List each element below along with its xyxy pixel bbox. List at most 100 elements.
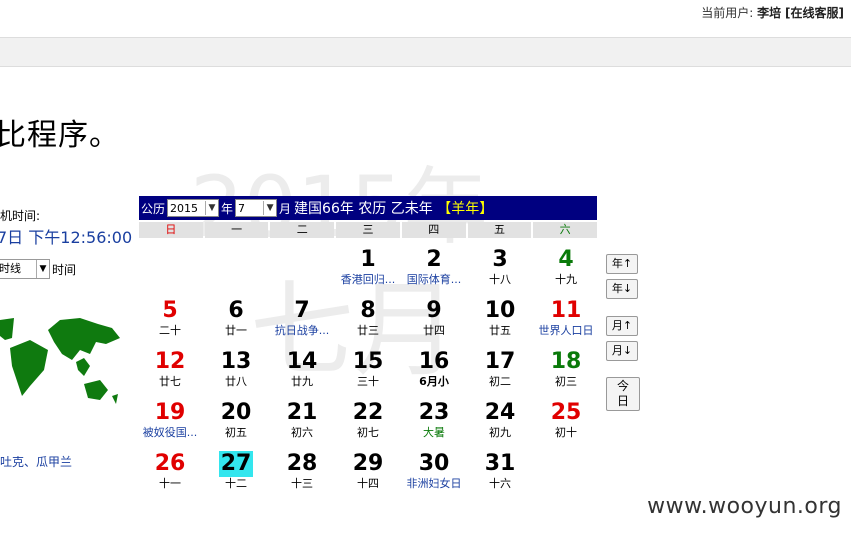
day-number: 15: [352, 349, 384, 374]
day-number: 23: [418, 400, 450, 425]
calendar-day-cell[interactable]: 22 初七: [335, 400, 401, 448]
calendar-day-cell[interactable]: 16 6月小: [401, 349, 467, 397]
calendar-day-cell[interactable]: 10 廿五: [467, 298, 533, 346]
chevron-down-icon: ▼: [205, 201, 218, 215]
calendar-day-cell[interactable]: 23 大暑: [401, 400, 467, 448]
year-value: 2015: [170, 201, 199, 215]
clock-label: 机时间:: [0, 209, 41, 223]
day-number: 1: [360, 247, 376, 272]
calendar-day-cell[interactable]: 2 国际体育...: [401, 247, 467, 295]
day-number: 3: [492, 247, 508, 272]
calendar-day-cell[interactable]: 25 初十: [533, 400, 599, 448]
day-lunar-label: 非洲妇女日: [406, 477, 462, 490]
calendar-day-cell[interactable]: 5 二十: [137, 298, 203, 346]
page-heading: 比程序。: [0, 118, 120, 153]
day-number: 14: [286, 349, 318, 374]
calendar-day-cell[interactable]: 12 廿七: [137, 349, 203, 397]
day-number: 29: [352, 451, 384, 476]
day-number: 22: [352, 400, 384, 425]
lunar-info: 建国66年 农历 乙未年 【羊年】: [294, 198, 493, 218]
calendar-day-cell[interactable]: 30 非洲妇女日: [401, 451, 467, 499]
day-number: 31: [484, 451, 516, 476]
calendar-day-cell[interactable]: 20 初五: [203, 400, 269, 448]
day-number: 19: [154, 400, 186, 425]
day-lunar-label: 初五: [225, 426, 247, 439]
service-link[interactable]: [在线客服]: [785, 6, 844, 20]
day-lunar-label: 廿一: [225, 324, 247, 337]
calendar-day-cell[interactable]: 15 三十: [335, 349, 401, 397]
day-number: 24: [484, 400, 516, 425]
calendar-day-cell[interactable]: 14 廿九: [269, 349, 335, 397]
user-info: 当前用户: 李培 [在线客服]: [701, 4, 844, 21]
calendar-day-cell[interactable]: 18 初三: [533, 349, 599, 397]
world-map-icon: [0, 318, 120, 404]
today-button[interactable]: 今日: [606, 377, 640, 411]
calendar-day-cell[interactable]: 8 廿三: [335, 298, 401, 346]
day-number: 20: [220, 400, 252, 425]
day-lunar-label: 大暑: [423, 426, 445, 439]
day-number: 11: [550, 298, 582, 323]
year-select[interactable]: 2015 ▼: [167, 199, 220, 217]
day-lunar-label: 6月小: [419, 375, 449, 388]
weekday-label: 日: [139, 222, 203, 238]
year-unit: 年: [221, 201, 234, 216]
user-name: 李培: [757, 6, 782, 20]
calendar-day-cell[interactable]: 11 世界人口日: [533, 298, 599, 346]
calendar-day-cell[interactable]: 7 抗日战争...: [269, 298, 335, 346]
day-lunar-label: 十四: [357, 477, 379, 490]
month-down-button[interactable]: 月↓: [606, 341, 638, 361]
day-lunar-label: 廿七: [159, 375, 181, 388]
day-lunar-label: 廿三: [357, 324, 379, 337]
day-lunar-label: 三十: [357, 375, 379, 388]
day-lunar-label: 十三: [291, 477, 313, 490]
site-watermark: www.wooyun.org: [647, 494, 842, 519]
calendar-day-cell[interactable]: 13 廿八: [203, 349, 269, 397]
day-lunar-label: 世界人口日: [538, 324, 594, 337]
day-number: 18: [550, 349, 582, 374]
calendar-day-cell[interactable]: 27 十二: [203, 451, 269, 499]
calendar-day-cell[interactable]: 9 廿四: [401, 298, 467, 346]
calendar-day-cell[interactable]: 1 香港回归...: [335, 247, 401, 295]
month-value: 7: [238, 201, 246, 215]
weekday-label: 五: [467, 222, 532, 238]
day-lunar-label: 廿四: [423, 324, 445, 337]
day-number: 17: [484, 349, 516, 374]
calendar-day-cell[interactable]: 17 初二: [467, 349, 533, 397]
timezone-value: 时线: [0, 262, 21, 275]
weekday-header: 日 一 二 三 四 五 六: [139, 222, 598, 238]
calendar-day-cell[interactable]: 28 十三: [269, 451, 335, 499]
calendar-day-cell[interactable]: 26 十一: [137, 451, 203, 499]
day-lunar-label: 廿五: [489, 324, 511, 337]
user-label: 当前用户:: [701, 6, 754, 20]
weekday-label: 二: [270, 222, 335, 238]
year-down-button[interactable]: 年↓: [606, 279, 638, 299]
day-number: 25: [550, 400, 582, 425]
month-select[interactable]: 7 ▼: [235, 199, 278, 217]
calendar-day-cell[interactable]: 4 十九: [533, 247, 599, 295]
day-number: 7: [294, 298, 310, 323]
timezone-select[interactable]: 时线 ▼: [0, 259, 50, 279]
day-number: 13: [220, 349, 252, 374]
day-number: 8: [360, 298, 376, 323]
toolbar-band: [0, 37, 851, 67]
calendar-day-cell[interactable]: 6 廿一: [203, 298, 269, 346]
day-number: 21: [286, 400, 318, 425]
year-up-button[interactable]: 年↑: [606, 254, 638, 274]
day-lunar-label: 抗日战争...: [274, 324, 330, 337]
day-lunar-label: 初二: [489, 375, 511, 388]
country-list: 吐克、瓜甲兰: [0, 455, 73, 469]
calendar-day-cell[interactable]: 19 被奴役国...: [137, 400, 203, 448]
month-unit: 月: [279, 201, 292, 216]
day-number: 6: [228, 298, 244, 323]
day-number: 12: [154, 349, 186, 374]
day-number: 10: [484, 298, 516, 323]
day-lunar-label: 十二: [225, 477, 247, 490]
month-up-button[interactable]: 月↑: [606, 316, 638, 336]
calendar-day-cell[interactable]: 3 十八: [467, 247, 533, 295]
calendar-day-cell[interactable]: 21 初六: [269, 400, 335, 448]
calendar-day-cell[interactable]: 24 初九: [467, 400, 533, 448]
timezone-label: 时间: [52, 263, 77, 277]
day-lunar-label: 初六: [291, 426, 313, 439]
calendar-day-cell[interactable]: 29 十四: [335, 451, 401, 499]
calendar-day-cell[interactable]: 31 十六: [467, 451, 533, 499]
